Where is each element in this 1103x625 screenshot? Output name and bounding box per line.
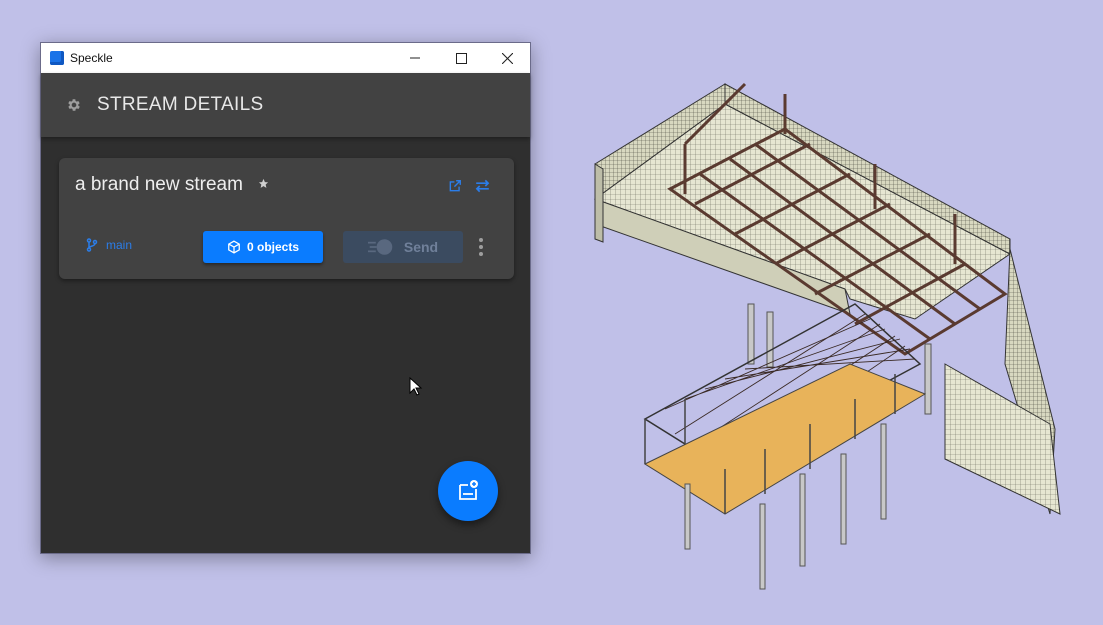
maximize-button[interactable] bbox=[438, 43, 484, 73]
window-controls bbox=[392, 43, 530, 73]
objects-label: 0 objects bbox=[246, 240, 300, 254]
open-in-new-icon[interactable] bbox=[448, 179, 462, 193]
send-button[interactable]: Send bbox=[343, 231, 463, 263]
add-stream-fab[interactable] bbox=[438, 461, 498, 521]
speckle-logo-icon bbox=[50, 51, 64, 65]
branch-selector[interactable]: main bbox=[86, 238, 132, 252]
send-icon bbox=[367, 239, 393, 255]
end-wall bbox=[594, 163, 604, 243]
send-label: Send bbox=[403, 239, 439, 255]
title-bar[interactable]: Speckle bbox=[41, 43, 530, 73]
more-vertical-icon[interactable] bbox=[475, 237, 487, 257]
close-button[interactable] bbox=[484, 43, 530, 73]
window-title: Speckle bbox=[70, 51, 113, 65]
mouse-cursor-icon bbox=[409, 377, 423, 396]
swap-icon[interactable] bbox=[474, 179, 491, 193]
branch-label: main bbox=[106, 238, 133, 252]
objects-button[interactable]: 0 objects bbox=[203, 231, 323, 263]
maximize-icon bbox=[455, 52, 467, 64]
minimize-icon bbox=[410, 57, 420, 59]
star-icon[interactable] bbox=[258, 178, 269, 189]
stream-card: a brand new stream main 0 objects Send bbox=[59, 158, 514, 279]
gear-icon[interactable] bbox=[65, 96, 83, 114]
stream-name: a brand new stream bbox=[75, 174, 243, 195]
speckle-window: Speckle STREAM DETAILS a brand new strea… bbox=[40, 42, 531, 554]
add-stream-icon bbox=[459, 480, 478, 500]
minimize-button[interactable] bbox=[392, 43, 438, 73]
app-header: STREAM DETAILS bbox=[41, 73, 530, 137]
cube-icon bbox=[228, 240, 240, 254]
branch-icon bbox=[86, 238, 98, 252]
close-icon bbox=[501, 52, 513, 64]
page-title: STREAM DETAILS bbox=[97, 94, 264, 115]
bim-3d-model bbox=[593, 82, 1061, 590]
